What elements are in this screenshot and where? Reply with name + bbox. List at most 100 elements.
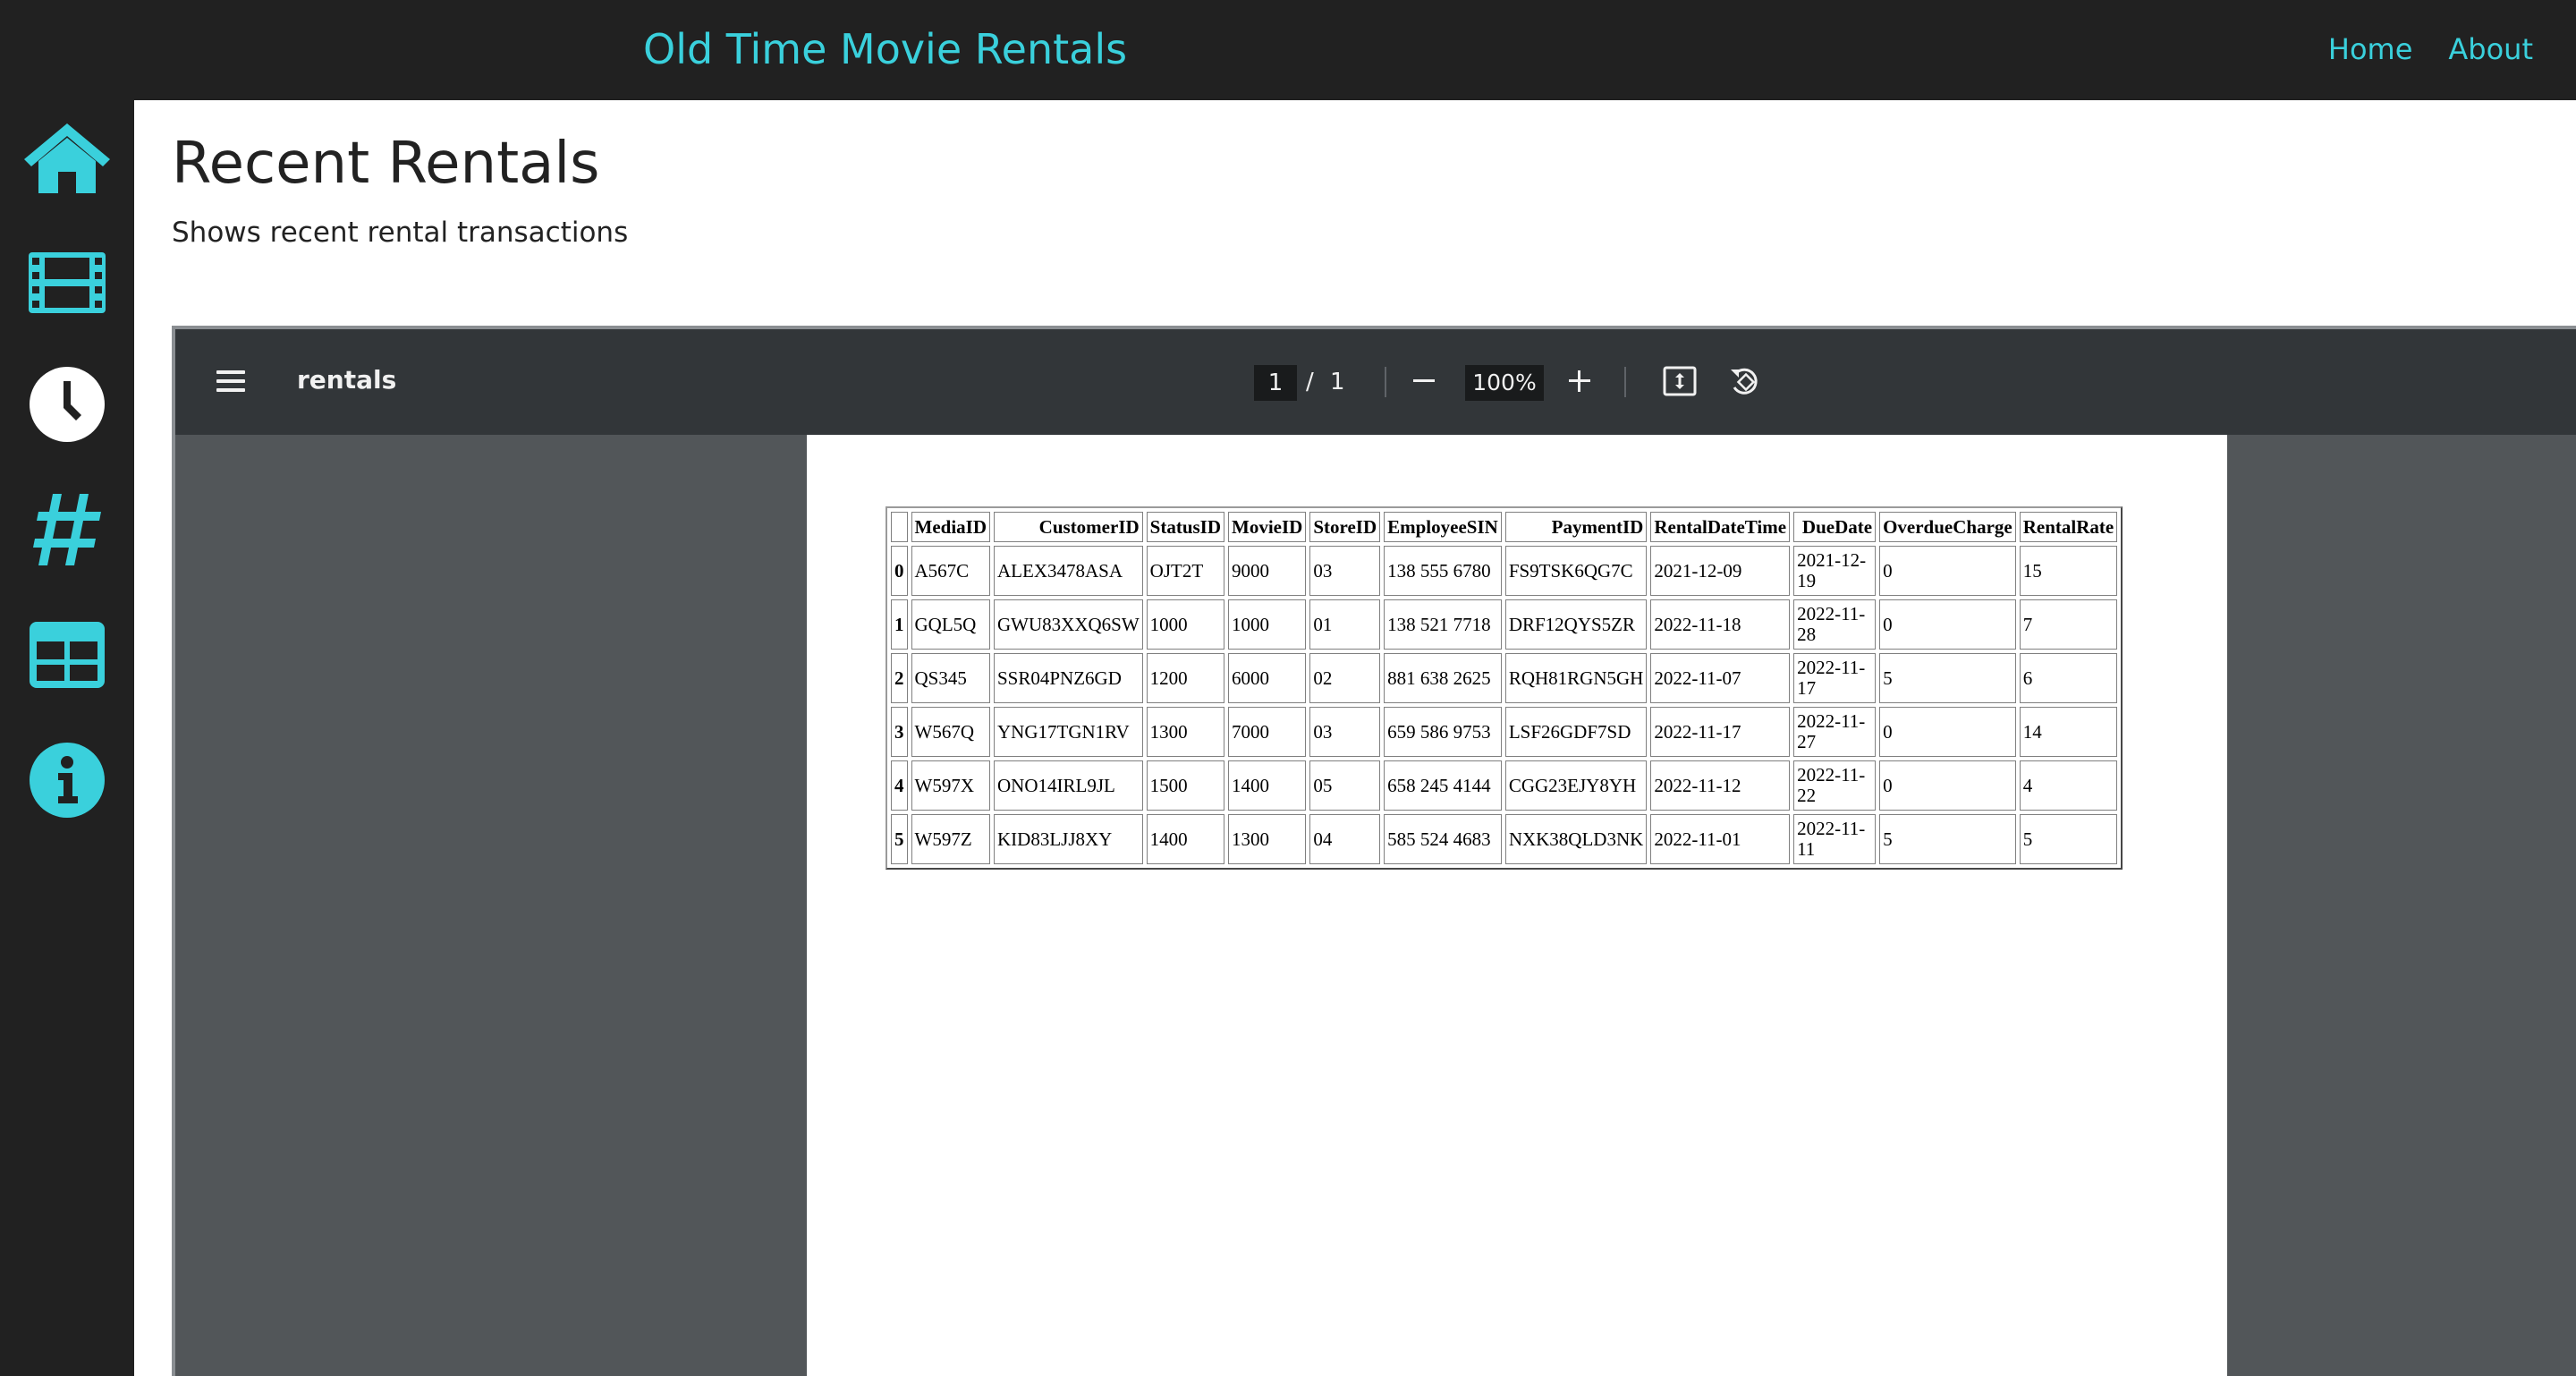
table-cell: NXK38QLD3NK xyxy=(1504,814,1648,864)
nav-home-link[interactable]: Home xyxy=(2328,32,2413,66)
row-index: 4 xyxy=(891,760,908,811)
table-cell: 7000 xyxy=(1228,707,1307,757)
table-cell: 1000 xyxy=(1146,599,1225,650)
column-header: RentalDateTime xyxy=(1650,512,1791,542)
table-cell: 0 xyxy=(1879,599,2016,650)
top-nav: Home About xyxy=(2328,32,2533,66)
table-cell: DRF12QYS5ZR xyxy=(1504,599,1648,650)
column-header: StatusID xyxy=(1146,512,1225,542)
table-cell: 2022-11-22 xyxy=(1793,760,1877,811)
column-header: StoreID xyxy=(1309,512,1381,542)
row-index: 0 xyxy=(891,546,908,596)
table-cell: 2022-11-27 xyxy=(1793,707,1877,757)
column-header: PaymentID xyxy=(1504,512,1648,542)
film-icon[interactable] xyxy=(22,238,112,327)
table-cell: OJT2T xyxy=(1146,546,1225,596)
table-cell: 2021-12-19 xyxy=(1793,546,1877,596)
table-cell: 2022-11-11 xyxy=(1793,814,1877,864)
table-cell: 2022-11-17 xyxy=(1650,707,1791,757)
table-cell: 2022-11-12 xyxy=(1650,760,1791,811)
hashtag-icon[interactable] xyxy=(22,485,112,574)
table-cell: QS345 xyxy=(911,653,990,703)
table-cell: 1300 xyxy=(1146,707,1225,757)
rotate-icon xyxy=(1731,368,1758,395)
zoom-level-input[interactable]: 100% xyxy=(1465,365,1544,401)
page-title: Recent Rentals xyxy=(172,131,600,197)
table-cell: 6000 xyxy=(1228,653,1307,703)
index-header xyxy=(891,512,908,542)
table-cell: RQH81RGN5GH xyxy=(1504,653,1648,703)
toolbar-divider xyxy=(1624,367,1626,397)
table-row: 1 GQL5Q GWU83XXQ6SW 1000 1000 01 138 521 7718 D… xyxy=(891,599,2118,650)
table-cell: CGG23EJY8YH xyxy=(1504,760,1648,811)
fit-page-icon xyxy=(1663,366,1697,396)
rentals-table: MediaID CustomerID StatusID MovieID StoreID E… xyxy=(886,506,2123,870)
table-cell: 138 521 7718 xyxy=(1384,599,1502,650)
table-cell: 0 xyxy=(1879,760,2016,811)
table-cell: 2022-11-17 xyxy=(1793,653,1877,703)
table-cell: ALEX3478ASA xyxy=(994,546,1143,596)
pdf-viewer: rentals 1 / 1 100% MediaID CustomerID St… xyxy=(172,326,2576,1376)
table-cell: W597Z xyxy=(911,814,990,864)
table-cell: 14 xyxy=(2019,707,2118,757)
table-cell: W567Q xyxy=(911,707,990,757)
table-cell: 2022-11-18 xyxy=(1650,599,1791,650)
top-navbar: Old Time Movie Rentals Home About xyxy=(0,0,2576,100)
table-cell: 01 xyxy=(1309,599,1381,650)
sidebar xyxy=(0,100,134,1376)
rotate-button[interactable] xyxy=(1724,361,1764,401)
table-cell: SSR04PNZ6GD xyxy=(994,653,1143,703)
table-cell: 659 586 9753 xyxy=(1384,707,1502,757)
table-cell: GWU83XXQ6SW xyxy=(994,599,1143,650)
table-cell: 5 xyxy=(1879,814,2016,864)
table-row: 5 W597Z KID83LJJ8XY 1400 1300 04 585 524 4683 N… xyxy=(891,814,2118,864)
rentals-table-body: 0 A567C ALEX3478ASA OJT2T 9000 03 138 555 6780… xyxy=(891,546,2118,864)
table-cell: 9000 xyxy=(1228,546,1307,596)
table-cell: 2022-11-01 xyxy=(1650,814,1791,864)
menu-icon[interactable] xyxy=(211,361,250,401)
table-cell: LSF26GDF7SD xyxy=(1504,707,1648,757)
table-cell: KID83LJJ8XY xyxy=(994,814,1143,864)
zoom-out-button[interactable] xyxy=(1404,361,1444,401)
info-icon[interactable] xyxy=(22,735,112,825)
table-cell: W597X xyxy=(911,760,990,811)
table-cell: GQL5Q xyxy=(911,599,990,650)
table-cell: YNG17TGN1RV xyxy=(994,707,1143,757)
table-cell: 15 xyxy=(2019,546,2118,596)
pdf-document-title: rentals xyxy=(297,365,397,395)
table-cell: 1400 xyxy=(1146,814,1225,864)
table-cell: 03 xyxy=(1309,546,1381,596)
table-cell: 7 xyxy=(2019,599,2118,650)
column-header: MediaID xyxy=(911,512,990,542)
table-header-row: MediaID CustomerID StatusID MovieID StoreID E… xyxy=(891,512,2118,542)
table-cell: 881 638 2625 xyxy=(1384,653,1502,703)
plus-icon xyxy=(1569,370,1590,392)
zoom-in-button[interactable] xyxy=(1560,361,1599,401)
brand-title[interactable]: Old Time Movie Rentals xyxy=(643,25,1127,73)
home-icon[interactable] xyxy=(22,113,112,202)
page-number-input[interactable]: 1 xyxy=(1254,365,1297,401)
table-row: 0 A567C ALEX3478ASA OJT2T 9000 03 138 555 6780… xyxy=(891,546,2118,596)
column-header: CustomerID xyxy=(994,512,1143,542)
total-pages: 1 xyxy=(1330,369,1345,395)
table-cell: 5 xyxy=(1879,653,2016,703)
minus-icon xyxy=(1413,379,1435,382)
clock-icon[interactable] xyxy=(22,360,112,449)
nav-about-link[interactable]: About xyxy=(2448,32,2533,66)
table-icon[interactable] xyxy=(22,610,112,700)
table-cell: 658 245 4144 xyxy=(1384,760,1502,811)
fit-to-page-button[interactable] xyxy=(1660,361,1699,401)
table-cell: ONO14IRL9JL xyxy=(994,760,1143,811)
table-cell: 585 524 4683 xyxy=(1384,814,1502,864)
row-index: 3 xyxy=(891,707,908,757)
table-cell: 2022-11-07 xyxy=(1650,653,1791,703)
column-header: DueDate xyxy=(1793,512,1877,542)
toolbar-divider xyxy=(1385,367,1386,397)
table-cell: FS9TSK6QG7C xyxy=(1504,546,1648,596)
table-row: 3 W567Q YNG17TGN1RV 1300 7000 03 659 586 9753 L… xyxy=(891,707,2118,757)
table-cell: 1200 xyxy=(1146,653,1225,703)
table-cell: 0 xyxy=(1879,546,2016,596)
table-cell: 2022-11-28 xyxy=(1793,599,1877,650)
pdf-toolbar: rentals 1 / 1 100% xyxy=(175,329,2576,435)
table-cell: 138 555 6780 xyxy=(1384,546,1502,596)
